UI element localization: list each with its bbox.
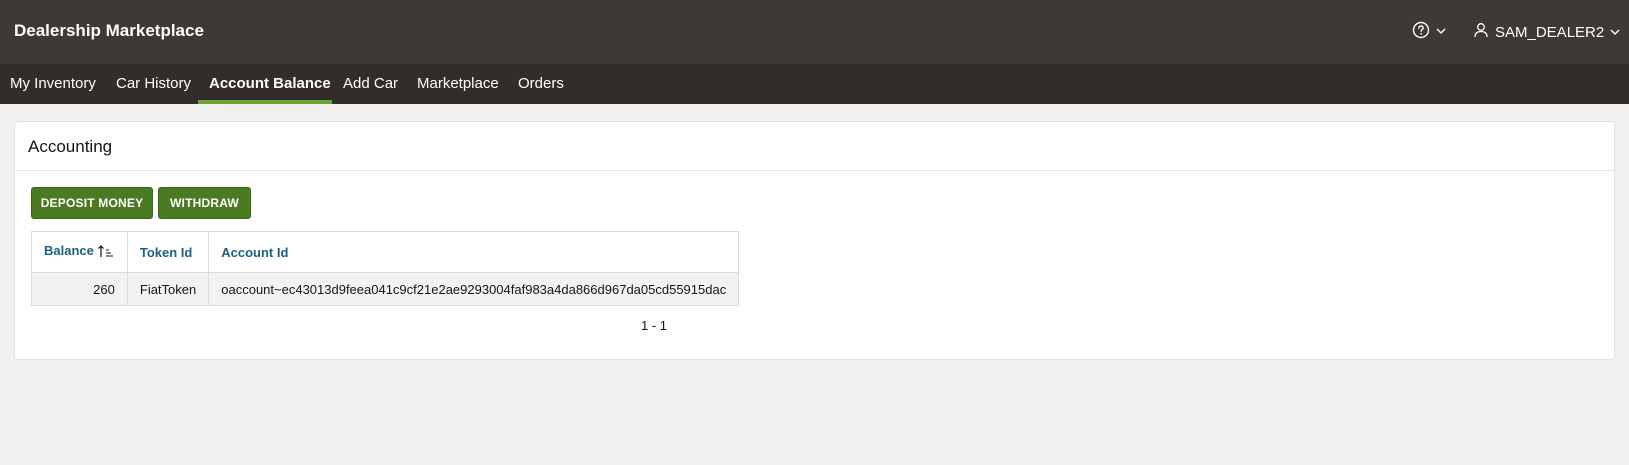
- cell-balance: 260: [31, 272, 128, 306]
- table-row: 260 FiatToken oaccount~ec43013d9feea041c…: [31, 272, 740, 306]
- column-header-token-id[interactable]: Token Id: [126, 231, 210, 273]
- accounting-region: Accounting DEPOSIT MONEY WITHDRAW Balanc…: [14, 121, 1615, 360]
- active-tab-indicator: [198, 100, 332, 104]
- nav-item-account-balance[interactable]: Account Balance: [209, 64, 331, 104]
- user-menu-button[interactable]: SAM_DEALER2: [1473, 21, 1620, 43]
- help-circle-icon: [1412, 21, 1430, 44]
- main-navigation: My Inventory Car History Account Balance…: [0, 64, 1629, 104]
- region-title: Accounting: [28, 137, 113, 156]
- column-header-account-id[interactable]: Account Id: [208, 231, 740, 273]
- nav-item-orders[interactable]: Orders: [518, 64, 564, 104]
- nav-item-my-inventory[interactable]: My Inventory: [10, 64, 96, 104]
- column-header-label: Balance: [44, 243, 94, 259]
- user-name: SAM_DEALER2: [1495, 23, 1605, 41]
- chevron-down-icon: [1610, 24, 1620, 41]
- cell-token-id: FiatToken: [126, 272, 210, 306]
- nav-item-car-history[interactable]: Car History: [116, 64, 191, 104]
- column-header-balance[interactable]: Balance: [31, 231, 128, 273]
- app-title[interactable]: Dealership Marketplace: [14, 21, 204, 41]
- pagination-range: 1 - 1: [641, 318, 668, 333]
- deposit-money-button[interactable]: DEPOSIT MONEY: [31, 187, 153, 219]
- balance-table: Balance Token Id Account Id 260 FiatToke…: [31, 231, 740, 306]
- nav-item-add-car[interactable]: Add Car: [343, 64, 398, 104]
- chevron-down-icon: [1436, 23, 1446, 41]
- sort-ascending-icon: [97, 244, 115, 261]
- region-divider: [15, 170, 1614, 171]
- help-menu-button[interactable]: [1412, 21, 1446, 43]
- table-header-row: Balance Token Id Account Id: [31, 231, 740, 273]
- cell-account-id: oaccount~ec43013d9feea041c9cf21e2ae92930…: [208, 272, 740, 306]
- nav-item-marketplace[interactable]: Marketplace: [417, 64, 499, 104]
- withdraw-button[interactable]: WITHDRAW: [158, 187, 251, 219]
- top-header-bar: Dealership Marketplace SAM_DEALER2: [0, 0, 1629, 64]
- user-icon: [1473, 22, 1489, 42]
